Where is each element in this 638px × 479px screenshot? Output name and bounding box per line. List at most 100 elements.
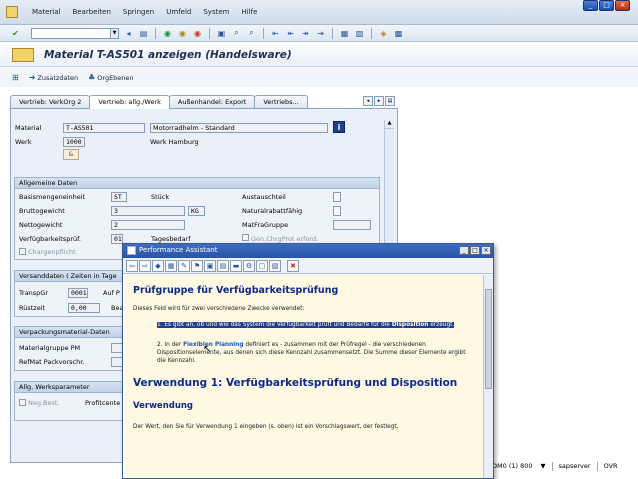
bruttogewicht-label: Bruttogewicht <box>19 207 65 215</box>
close-button[interactable]: × <box>615 0 630 11</box>
last-page-icon[interactable]: ⇥ <box>315 28 326 39</box>
matfragruppe-field[interactable] <box>333 220 371 230</box>
pa-close-icon[interactable]: ✖ <box>287 259 299 272</box>
zusatzdaten-button[interactable]: ➜ Zusatzdaten <box>29 73 78 82</box>
group-title: Allgemeine Daten <box>15 178 379 189</box>
next-page-icon[interactable]: ↠ <box>300 28 311 39</box>
gewichtseinheit-field[interactable]: KG <box>188 206 205 216</box>
genchrg-label: Gen.ChrgProt erford. <box>251 235 319 243</box>
save-icon[interactable]: ▤ <box>138 28 149 39</box>
pa-scrollbar[interactable] <box>483 275 493 478</box>
verfuegbarkeit-label: Verfügbarkeitsprüf. <box>19 235 82 243</box>
tab-aussenhandel-export[interactable]: Außenhandel: Export <box>168 95 256 108</box>
prev-icon[interactable]: ◂ <box>123 28 134 39</box>
pa-bookmark-icon[interactable]: ▬ <box>230 259 242 272</box>
find-next-icon[interactable]: ⌕ <box>246 28 257 39</box>
group-title: Allg. Werksparameter <box>15 382 123 393</box>
austauschteil-label: Austauschteil <box>242 193 286 201</box>
new-session-icon[interactable]: ▦ <box>339 28 350 39</box>
negbest-checkbox[interactable] <box>19 399 26 406</box>
layout-icon[interactable]: ▩ <box>393 28 404 39</box>
other-material-button[interactable]: ⊞ <box>12 73 19 82</box>
enter-icon[interactable]: ✔ <box>10 28 21 39</box>
shortcut-icon[interactable]: ▧ <box>354 28 365 39</box>
pa-forward-icon[interactable]: ⇨ <box>139 259 151 272</box>
genchrg-checkbox[interactable] <box>242 234 249 241</box>
bruttogewicht-field[interactable]: 3 <box>111 206 185 216</box>
application-toolbar: ⊞ ➜ Zusatzdaten ♣ OrgEbenen <box>0 68 638 87</box>
print-icon[interactable]: ▣ <box>216 28 227 39</box>
minimize-button[interactable]: _ <box>583 0 598 11</box>
tab-scroll-left-icon[interactable]: ◂ <box>363 96 373 106</box>
toolbar-separator <box>155 27 156 39</box>
material-field[interactable]: T-AS501 <box>63 123 145 133</box>
pa-find-icon[interactable]: ▤ <box>217 259 229 272</box>
first-page-icon[interactable]: ⇤ <box>270 28 281 39</box>
austauschteil-checkbox[interactable] <box>333 192 341 202</box>
scroll-up-icon[interactable]: ▲ <box>385 120 394 129</box>
pa-edit-icon[interactable]: ✎ <box>178 259 190 272</box>
back-icon[interactable]: ◉ <box>162 28 173 39</box>
chargenpflicht-checkbox[interactable] <box>19 248 26 255</box>
pa-item-1[interactable]: 1. Es gibt an, ob und wie das System die… <box>157 321 469 329</box>
sap-menu-icon[interactable] <box>6 6 18 18</box>
status-system[interactable]: DM0 (1) 800 <box>490 462 535 470</box>
menu-springen[interactable]: Springen <box>123 8 154 16</box>
performance-assistant-dialog: Performance Assistant _ □ × ⇦ ⇨ ◆ ▦ ✎ ⚑ … <box>122 243 494 479</box>
basismengeneinheit-label: Basismengeneinheit <box>19 193 86 201</box>
hierarchy-icon: ⊞ <box>12 73 19 82</box>
help-icon[interactable]: ◈ <box>378 28 389 39</box>
tab-vertriebs-more[interactable]: Vertriebs... <box>254 95 308 108</box>
pa-item-1-bold[interactable]: Disposition <box>392 322 429 328</box>
pa-scroll-thumb[interactable] <box>485 289 492 389</box>
maximize-button[interactable]: □ <box>599 0 614 11</box>
pa-technical-info-icon[interactable]: ◆ <box>152 259 164 272</box>
command-dropdown-icon[interactable]: ▼ <box>110 28 118 38</box>
prev-page-icon[interactable]: ↞ <box>285 28 296 39</box>
command-field[interactable]: ▼ <box>31 27 119 39</box>
pa-print-icon[interactable]: ▣ <box>204 259 216 272</box>
pa-close-button[interactable]: × <box>481 246 491 255</box>
tab-vertrieb-allg-werk[interactable]: Vertrieb: allg./Werk <box>89 95 170 109</box>
pa-titlebar[interactable]: Performance Assistant _ □ × <box>123 244 493 258</box>
status-dropdown-icon[interactable]: ▼ <box>539 462 548 470</box>
plant-details-button[interactable]: & <box>63 149 79 160</box>
transpgr-label: TranspGr <box>19 289 49 297</box>
pa-copy-icon[interactable]: ▧ <box>269 259 281 272</box>
exit-icon[interactable]: ◉ <box>177 28 188 39</box>
menu-bearbeiten[interactable]: Bearbeiten <box>72 8 110 16</box>
pa-maximize-button[interactable]: □ <box>470 246 480 255</box>
tab-scroll-right-icon[interactable]: ▸ <box>374 96 384 106</box>
info-icon[interactable]: i <box>333 121 345 133</box>
status-mode[interactable]: OVR <box>602 462 620 470</box>
pa-item-2-start: 2. In der <box>157 342 184 348</box>
pa-structure-icon[interactable]: ▦ <box>165 259 177 272</box>
menu-hilfe[interactable]: Hilfe <box>241 8 257 16</box>
pa-content: Prüfgruppe für Verfügbarkeitsprüfung Die… <box>125 275 483 478</box>
menu-umfeld[interactable]: Umfeld <box>166 8 191 16</box>
pa-minimize-button[interactable]: _ <box>459 246 469 255</box>
pa-heading: Prüfgruppe für Verfügbarkeitsprüfung <box>133 285 339 296</box>
pa-glossary-icon[interactable]: ⚑ <box>191 259 203 272</box>
pa-flexible-planning-link[interactable]: Flexiblen Planning <box>183 342 243 348</box>
pa-back-icon[interactable]: ⇦ <box>126 259 138 272</box>
werk-label: Werk <box>15 138 32 146</box>
tab-list-icon[interactable]: ▤ <box>385 96 395 106</box>
find-icon[interactable]: ⌕ <box>231 28 242 39</box>
nettogewicht-field[interactable]: 2 <box>111 220 185 230</box>
orgebenen-button[interactable]: ♣ OrgEbenen <box>88 73 133 82</box>
menu-material[interactable]: Material <box>32 8 60 16</box>
transpgr-field[interactable]: 0001 <box>68 288 88 298</box>
tab-vertrieb-verkorg-2[interactable]: Vertrieb: VerkOrg 2 <box>10 95 91 108</box>
cancel-icon[interactable]: ◉ <box>192 28 203 39</box>
pa-note-icon[interactable]: ▢ <box>256 259 268 272</box>
menu-system[interactable]: System <box>203 8 229 16</box>
org-levels-icon: ♣ <box>88 73 96 82</box>
zusatzdaten-label: Zusatzdaten <box>37 73 79 82</box>
naturalrabatt-checkbox[interactable] <box>333 206 341 216</box>
ruestzeit-field[interactable]: 0,00 <box>68 303 100 313</box>
basismengeneinheit-field[interactable]: ST <box>111 192 127 202</box>
werk-field[interactable]: 1000 <box>63 137 85 147</box>
material-description-field[interactable]: Motorradhelm - Standard <box>150 123 328 133</box>
pa-settings-icon[interactable]: ⚙ <box>243 259 255 272</box>
